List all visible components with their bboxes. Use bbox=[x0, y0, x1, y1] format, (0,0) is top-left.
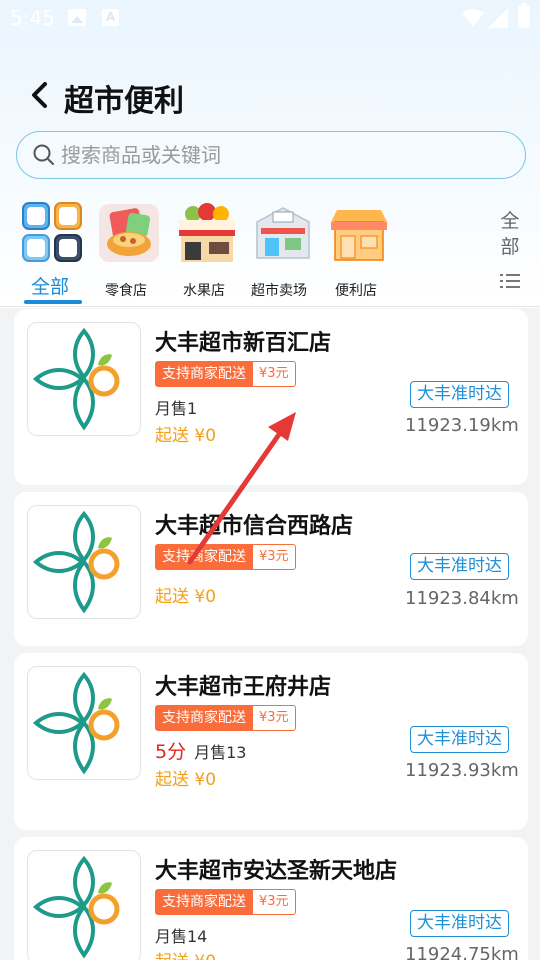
grid-icon bbox=[22, 202, 82, 262]
merchant-delivery-tag: 支持商家配送 bbox=[155, 361, 253, 387]
supermarket-icon bbox=[256, 207, 310, 259]
snack-icon bbox=[99, 204, 159, 262]
store-name: 大丰超市信合西路店 bbox=[155, 514, 354, 539]
all-categories-button[interactable]: 全部 bbox=[500, 208, 520, 260]
store-card[interactable]: 大丰超市王府井店 支持商家配送 ¥3元 5分 月售13 起送 ¥0 大丰准时达 1… bbox=[14, 653, 528, 830]
search-icon bbox=[33, 144, 54, 165]
back-arrow-icon[interactable] bbox=[26, 80, 54, 110]
store-logo bbox=[27, 666, 141, 780]
category-label-convenience: 便利店 bbox=[335, 283, 377, 299]
delivery-fee-tag: ¥3元 bbox=[253, 889, 296, 915]
ontime-badge: 大丰准时达 bbox=[410, 726, 509, 753]
store-distance: 11923.84km bbox=[405, 588, 519, 609]
delivery-fee-tag: ¥3元 bbox=[253, 544, 296, 570]
category-divider bbox=[0, 306, 540, 307]
store-name: 大丰超市安达圣新天地店 bbox=[155, 859, 398, 884]
convenience-store-icon bbox=[331, 210, 387, 261]
ontime-badge: 大丰准时达 bbox=[410, 553, 509, 580]
merchant-delivery-tag: 支持商家配送 bbox=[155, 544, 253, 570]
store-logo bbox=[27, 850, 141, 960]
store-meta: 月售1 bbox=[155, 395, 197, 419]
wifi-icon bbox=[462, 9, 484, 27]
delivery-fee-tag: ¥3元 bbox=[253, 361, 296, 387]
store-logo-icon bbox=[32, 327, 120, 431]
monthly-sales: 月售13 bbox=[194, 743, 247, 762]
store-distance: 11923.19km bbox=[405, 415, 519, 436]
minimum-order: 起送 ¥0 bbox=[155, 587, 217, 607]
ontime-badge: 大丰准时达 bbox=[410, 381, 509, 408]
signal-icon bbox=[488, 8, 508, 28]
merchant-delivery-tag: 支持商家配送 bbox=[155, 705, 253, 731]
fruit-store-icon bbox=[179, 203, 235, 262]
store-card[interactable]: 大丰超市新百汇店 支持商家配送 ¥3元 月售1 起送 ¥0 大丰准时达 1192… bbox=[14, 309, 528, 485]
delivery-tags: 支持商家配送 ¥3元 bbox=[155, 705, 296, 731]
category-label-all: 全部 bbox=[31, 276, 70, 298]
merchant-delivery-tag: 支持商家配送 bbox=[155, 889, 253, 915]
store-meta: 月售14 bbox=[155, 923, 207, 947]
delivery-tags: 支持商家配送 ¥3元 bbox=[155, 361, 296, 387]
category-supermarket[interactable]: 超市卖场 bbox=[250, 200, 316, 299]
monthly-sales: 月售14 bbox=[155, 927, 208, 946]
gallery-icon bbox=[68, 9, 86, 26]
search-bar[interactable] bbox=[16, 131, 526, 179]
minimum-order: 起送 ¥0 bbox=[155, 426, 217, 446]
list-icon[interactable] bbox=[500, 273, 520, 289]
category-convenience[interactable]: 便利店 bbox=[326, 200, 392, 299]
store-name: 大丰超市新百汇店 bbox=[155, 331, 332, 356]
category-label-snack: 零食店 bbox=[105, 283, 147, 299]
category-label-supermarket: 超市卖场 bbox=[251, 283, 307, 299]
store-distance: 11924.75km bbox=[405, 944, 519, 960]
minimum-order: 起送 ¥0 bbox=[155, 947, 216, 960]
store-card[interactable]: 大丰超市安达圣新天地店 支持商家配送 ¥3元 月售14 起送 ¥0 大丰准时达 … bbox=[14, 837, 528, 960]
delivery-fee-tag: ¥3元 bbox=[253, 705, 296, 731]
status-bar: 5:45 A bbox=[0, 0, 540, 38]
status-time: 5:45 bbox=[10, 6, 55, 30]
battery-icon bbox=[518, 3, 530, 28]
store-distance: 11923.93km bbox=[405, 760, 519, 781]
ontime-badge: 大丰准时达 bbox=[410, 910, 509, 937]
store-score: 5分 bbox=[155, 741, 187, 763]
store-meta: 5分 月售13 bbox=[155, 737, 246, 764]
store-logo-icon bbox=[32, 671, 120, 775]
delivery-tags: 支持商家配送 ¥3元 bbox=[155, 544, 296, 570]
category-label-fruit: 水果店 bbox=[183, 283, 225, 299]
store-logo-icon bbox=[32, 855, 120, 959]
font-icon: A bbox=[102, 9, 119, 26]
store-name: 大丰超市王府井店 bbox=[155, 675, 332, 700]
store-logo bbox=[27, 322, 141, 436]
active-category-indicator bbox=[24, 300, 82, 304]
store-logo-icon bbox=[32, 510, 120, 614]
delivery-tags: 支持商家配送 ¥3元 bbox=[155, 889, 296, 915]
minimum-order: 起送 ¥0 bbox=[155, 770, 217, 790]
category-snack[interactable]: 零食店 bbox=[96, 200, 162, 299]
store-logo bbox=[27, 505, 141, 619]
category-fruit[interactable]: 水果店 bbox=[174, 200, 240, 299]
store-card[interactable]: 大丰超市信合西路店 支持商家配送 ¥3元 起送 ¥0 大丰准时达 11923.8… bbox=[14, 492, 528, 646]
monthly-sales: 月售1 bbox=[155, 399, 198, 418]
category-all[interactable] bbox=[20, 200, 84, 268]
page-title: 超市便利 bbox=[64, 84, 184, 119]
search-input[interactable] bbox=[61, 138, 501, 172]
